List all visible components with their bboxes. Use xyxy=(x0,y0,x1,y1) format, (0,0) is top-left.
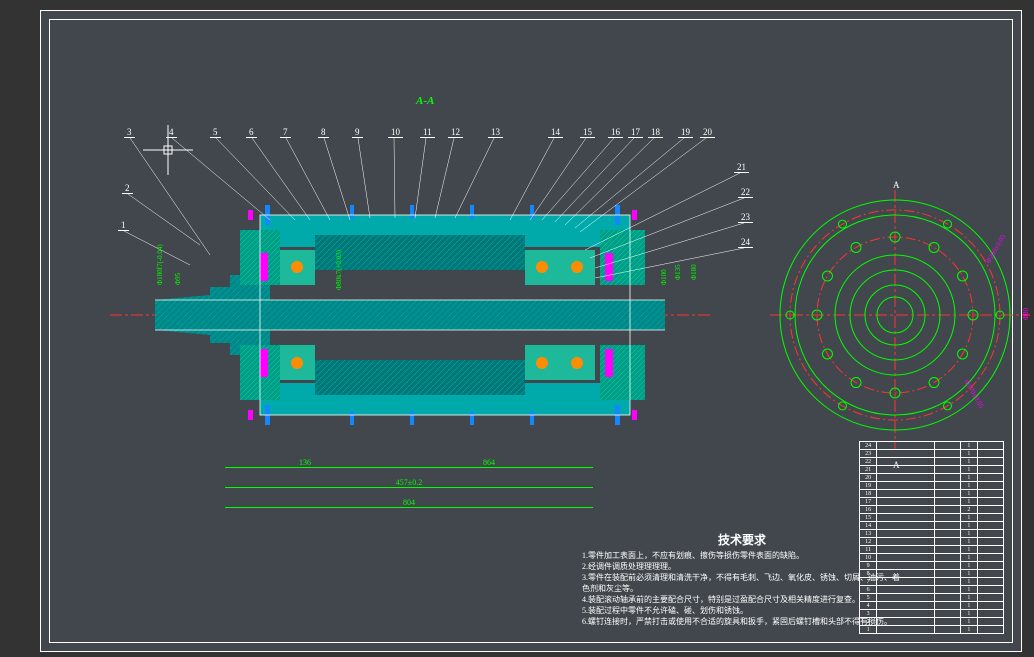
vdim: Φ180f7(-0.04) xyxy=(156,244,164,285)
bom-row: 71 xyxy=(860,578,1004,586)
side-view xyxy=(770,190,1030,450)
cad-viewport[interactable]: A-A A A 12345678910111213141516171819202… xyxy=(0,0,1034,657)
leader-14: 14 xyxy=(548,127,563,138)
leader-11: 11 xyxy=(420,127,435,138)
leader-15: 15 xyxy=(580,127,595,138)
leader-5: 5 xyxy=(210,127,221,138)
bom-row: 162 xyxy=(860,506,1004,514)
tech-req-title: 技术要求 xyxy=(582,535,902,546)
leader-18: 18 xyxy=(648,127,663,138)
bom-row: 241 xyxy=(860,442,1004,450)
leader-16: 16 xyxy=(608,127,623,138)
leader-17: 17 xyxy=(628,127,643,138)
dim-804: 804 xyxy=(225,498,593,508)
drawing-frame: A-A A A 12345678910111213141516171819202… xyxy=(49,19,1013,643)
bom-row: 51 xyxy=(860,594,1004,602)
section-mark-top: A xyxy=(893,180,900,190)
vdim: Φ135 xyxy=(674,264,682,280)
leader-1: 1 xyxy=(118,220,129,231)
leader-12: 12 xyxy=(448,127,463,138)
section-label: A-A xyxy=(416,95,434,107)
sdim: Φ80 xyxy=(1022,308,1030,320)
drawing-paper: A-A A A 12345678910111213141516171819202… xyxy=(40,10,1022,652)
bom-row: 221 xyxy=(860,458,1004,466)
bom-row: 201 xyxy=(860,474,1004,482)
leader-22: 22 xyxy=(738,187,753,198)
dim-457±0.2: 457±0.2 xyxy=(225,478,593,488)
main-section-view xyxy=(110,205,710,425)
bom-row: 141 xyxy=(860,522,1004,530)
bom-row: 211 xyxy=(860,466,1004,474)
technical-requirements: 技术要求 1.零件加工表面上，不应有划痕、擦伤等损伤零件表面的缺陷。2.经调件调… xyxy=(582,535,902,627)
bom-row: 81 xyxy=(860,570,1004,578)
leader-19: 19 xyxy=(678,127,693,138)
tech-line: 1.零件加工表面上，不应有划痕、擦伤等损伤零件表面的缺陷。 xyxy=(582,550,902,561)
bom-table: 2412312212112011911811711621511411311211… xyxy=(859,441,1004,634)
bom-row: 21 xyxy=(860,618,1004,626)
dim-864: 864 xyxy=(385,458,593,468)
vdim: Φ95 xyxy=(174,273,182,285)
leader-10: 10 xyxy=(388,127,403,138)
leader-9: 9 xyxy=(352,127,363,138)
leader-24: 24 xyxy=(738,237,753,248)
leader-20: 20 xyxy=(700,127,715,138)
leader-2: 2 xyxy=(122,183,133,194)
bom-row: 131 xyxy=(860,530,1004,538)
bom-row: 111 xyxy=(860,546,1004,554)
leader-23: 23 xyxy=(738,212,753,223)
leader-6: 6 xyxy=(246,127,257,138)
vdim: Φ180 xyxy=(690,264,698,280)
bom-row: 41 xyxy=(860,602,1004,610)
tech-line: 5.装配过程中零件不允许磕、碰、划伤和锈蚀。 xyxy=(582,605,902,616)
leader-4: 4 xyxy=(166,127,177,138)
bom-row: 181 xyxy=(860,490,1004,498)
leader-3: 3 xyxy=(124,127,135,138)
tech-line: 6.螺钉连接时，严禁打击或使用不合适的旋具和扳手，紧固后螺钉槽和头部不得有损伤。 xyxy=(582,616,902,627)
leader-7: 7 xyxy=(280,127,291,138)
dim-136: 136 xyxy=(225,458,385,468)
leader-21: 21 xyxy=(734,162,749,173)
bom-row: 11 xyxy=(860,626,1004,634)
bom-row: 91 xyxy=(860,562,1004,570)
tech-line: 4.装配滚动轴承前的主要配合尺寸，特别是过盈配合尺寸及相关精度进行复查。 xyxy=(582,594,902,605)
bom-row: 121 xyxy=(860,538,1004,546)
leader-8: 8 xyxy=(318,127,329,138)
bom-row: 61 xyxy=(860,586,1004,594)
bom-row: 191 xyxy=(860,482,1004,490)
bom-row: 231 xyxy=(860,450,1004,458)
vdim: Φ80k7(+0.03) xyxy=(335,250,343,290)
bom-row: 171 xyxy=(860,498,1004,506)
leader-13: 13 xyxy=(488,127,503,138)
tech-line: 2.经调件调质处理理理理。 xyxy=(582,561,902,572)
bom-row: 31 xyxy=(860,610,1004,618)
tech-line: 3.零件在装配前必须清理和清洗干净，不得有毛刺、飞边、氧化皮、锈蚀、切屑、油污、… xyxy=(582,572,902,594)
bom-row: 101 xyxy=(860,554,1004,562)
bom-row: 151 xyxy=(860,514,1004,522)
vdim: Φ100 xyxy=(660,269,668,285)
